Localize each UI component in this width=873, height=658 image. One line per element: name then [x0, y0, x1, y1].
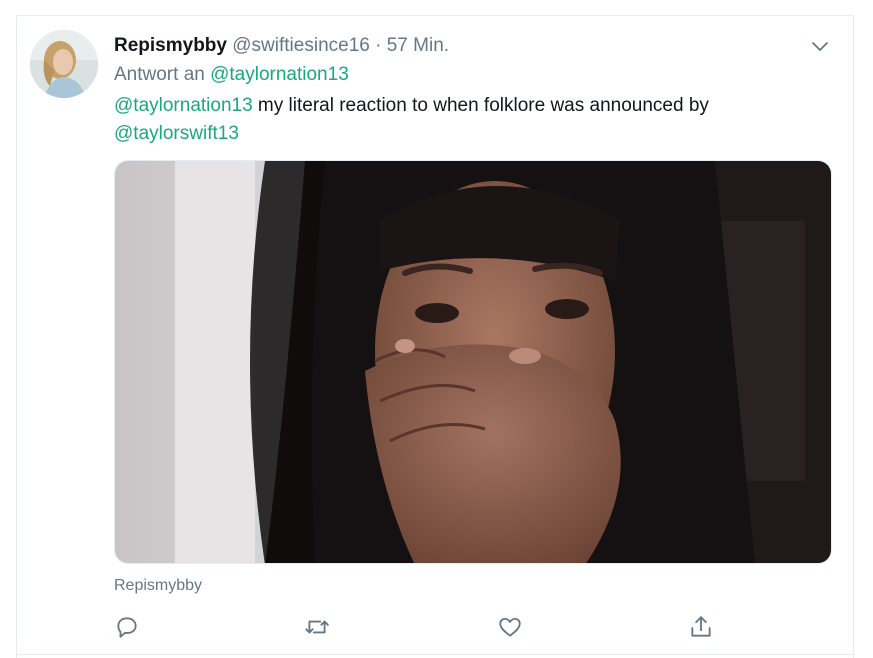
share-button[interactable]	[688, 614, 714, 640]
avatar[interactable]	[30, 30, 98, 98]
separator: ·	[375, 35, 382, 56]
more-menu-button[interactable]	[808, 34, 832, 58]
like-button[interactable]	[497, 614, 523, 640]
handle[interactable]: @swiftiesince16	[232, 35, 370, 56]
retweet-button[interactable]	[304, 614, 330, 640]
divider	[16, 654, 854, 655]
reply-context: Antwort an @taylornation13	[114, 63, 349, 87]
heart-icon	[499, 617, 521, 637]
mention-link[interactable]: @taylorswift13	[114, 123, 239, 144]
reply-icon	[117, 617, 137, 638]
timestamp[interactable]: 57 Min.	[387, 35, 449, 56]
reply-button[interactable]	[114, 614, 140, 640]
tweet-photo[interactable]	[114, 160, 832, 564]
share-icon	[691, 616, 711, 637]
mention-link[interactable]: @taylornation13	[114, 95, 253, 116]
reply-prefix: Antwort an	[114, 64, 205, 85]
chevron-down-icon	[812, 42, 828, 51]
tweet-text: @taylornation13 my literal reaction to w…	[114, 92, 814, 148]
tweet-header: Repismybby @swiftiesince16 · 57 Min.	[114, 34, 449, 58]
reply-to-link[interactable]: @taylornation13	[210, 64, 349, 85]
retweet-icon	[305, 620, 329, 634]
display-name[interactable]: Repismybby	[114, 35, 227, 56]
photo-image	[115, 161, 831, 563]
tweet-body: my literal reaction to when folklore was…	[252, 95, 709, 116]
avatar-image	[30, 30, 98, 98]
media-caption: Repismybby	[114, 577, 203, 594]
